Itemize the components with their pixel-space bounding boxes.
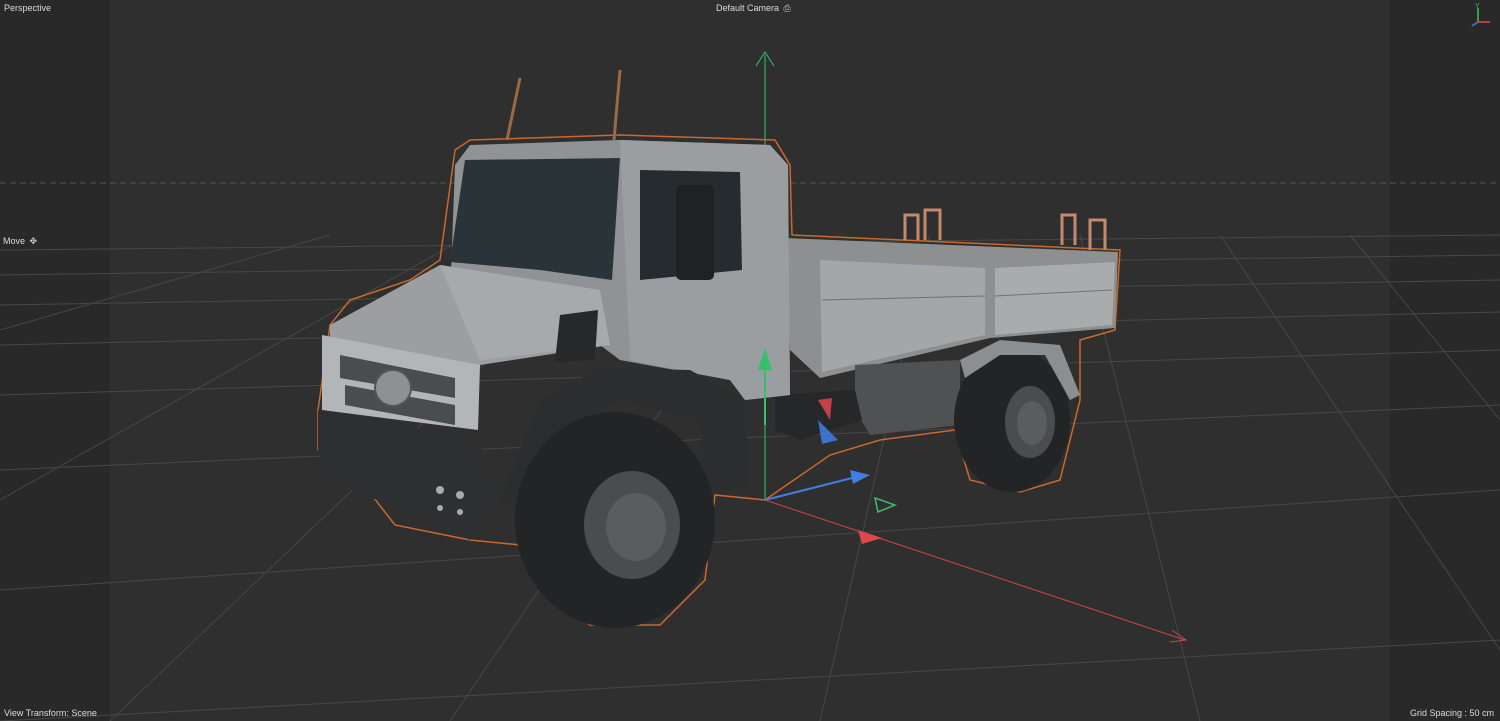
3d-viewport[interactable]: Y Perspective Default Camera ⎙ Move ✥ Vi… xyxy=(0,0,1500,721)
world-x-axis xyxy=(764,499,1188,643)
tool-mode-indicator: Move ✥ xyxy=(3,236,37,247)
grid-spacing-label: Grid Spacing : 50 cm xyxy=(1409,708,1494,718)
tool-name-label: Move xyxy=(3,236,26,246)
view-transform-label: View Transform: Scene xyxy=(4,708,97,718)
truck-model[interactable] xyxy=(317,69,1121,628)
move-icon: ✥ xyxy=(29,236,38,246)
camera-name-label: Default Camera xyxy=(716,3,780,13)
gizmo-z-handle[interactable] xyxy=(764,470,870,501)
view-name-label[interactable]: Perspective xyxy=(4,3,51,13)
orientation-axes-widget: Y xyxy=(1471,3,1490,27)
camera-menu[interactable]: Default Camera ⎙ xyxy=(716,3,791,14)
orientation-y-label: Y xyxy=(1475,3,1480,10)
viewport-scene[interactable]: Y xyxy=(0,0,1500,721)
camera-icon: ⎙ xyxy=(783,3,791,13)
